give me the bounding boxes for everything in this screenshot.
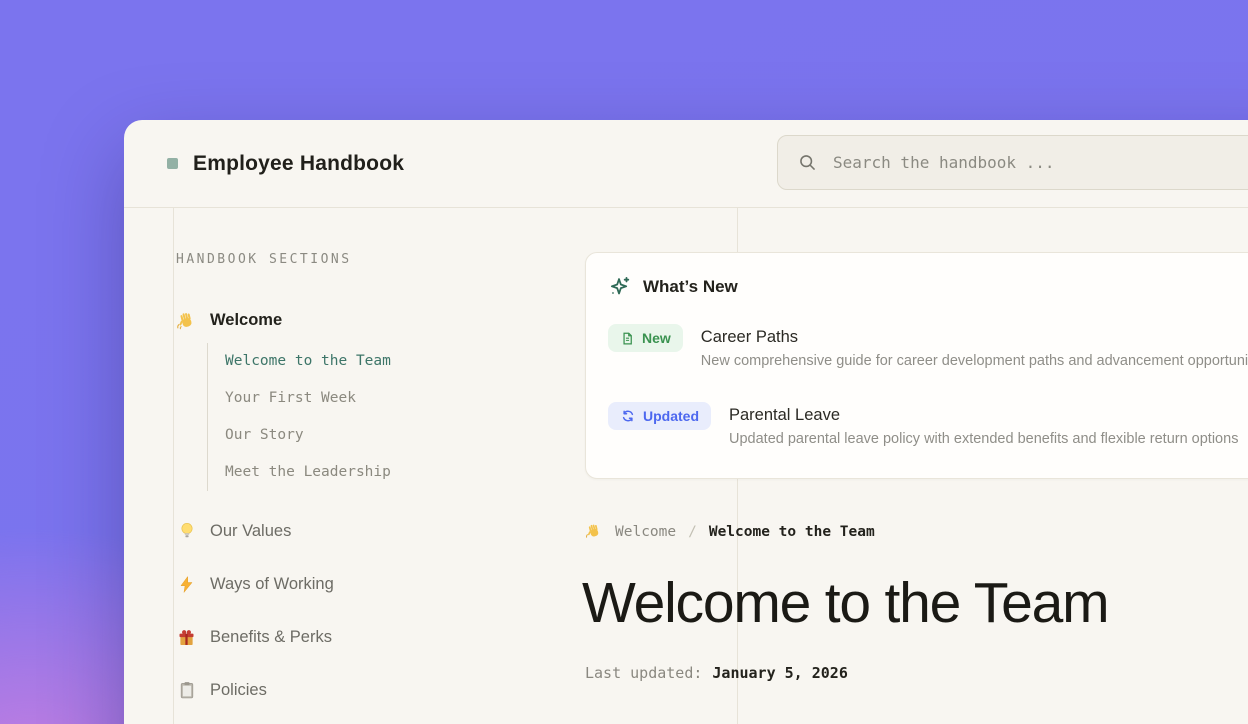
app-logo — [167, 158, 178, 169]
news-item-text: Parental Leave Updated parental leave po… — [729, 402, 1238, 450]
news-item-description: Updated parental leave policy with exten… — [729, 429, 1238, 450]
main-content: What’s New New Career Paths New com — [585, 252, 1248, 479]
clipboard-icon — [176, 680, 197, 701]
sidebar-item-label: Ways of Working — [210, 575, 334, 594]
whats-new-header: What’s New — [608, 275, 1248, 298]
whats-new-item-career-paths[interactable]: New Career Paths New comprehensive guide… — [608, 324, 1248, 372]
sidebar-item-welcome[interactable]: Welcome — [176, 307, 556, 333]
sidebar-item-benefits-perks[interactable]: Benefits & Perks — [176, 624, 556, 650]
breadcrumb-separator: / — [688, 524, 697, 540]
sidebar-section-label: HANDBOOK SECTIONS — [176, 251, 556, 269]
page-title: Welcome to the Team — [582, 572, 1108, 636]
sidebar-item-label: Welcome — [210, 311, 282, 330]
search-input[interactable] — [833, 153, 1248, 172]
last-updated-value: January 5, 2026 — [712, 664, 847, 682]
gift-icon — [176, 627, 197, 648]
sidebar-item-label: Our Values — [210, 522, 291, 541]
sidebar-item-ways-of-working[interactable]: Ways of Working — [176, 571, 556, 597]
lightning-icon — [176, 574, 197, 595]
lightbulb-icon — [176, 521, 197, 542]
whats-new-card: What’s New New Career Paths New com — [585, 252, 1248, 479]
breadcrumb-section[interactable]: Welcome — [615, 524, 676, 540]
refresh-icon — [620, 408, 636, 424]
whats-new-title: What’s New — [643, 277, 738, 297]
sidebar-item-label: Policies — [210, 681, 267, 700]
new-badge-label: New — [642, 330, 671, 346]
app-title: Employee Handbook — [193, 152, 404, 176]
news-item-title: Career Paths — [701, 327, 1248, 347]
sparkle-icon — [608, 275, 631, 298]
breadcrumb: Welcome / Welcome to the Team — [585, 524, 875, 540]
sidebar-subitem-your-first-week[interactable]: Your First Week — [225, 380, 556, 417]
sidebar-subitem-our-story[interactable]: Our Story — [225, 417, 556, 454]
magnifier-icon — [797, 152, 818, 173]
sidebar-sublist-welcome: Welcome to the Team Your First Week Our … — [207, 343, 556, 491]
updated-badge: Updated — [608, 402, 711, 430]
app-window: Employee Handbook HANDBOOK SECTIONS — [124, 120, 1248, 724]
sidebar-item-our-values[interactable]: Our Values — [176, 518, 556, 544]
vertical-rule-left — [173, 208, 174, 724]
sidebar-subitem-meet-the-leadership[interactable]: Meet the Leadership — [225, 454, 556, 491]
new-badge: New — [608, 324, 683, 352]
waving-hand-icon — [176, 310, 197, 331]
sidebar-subitem-welcome-to-the-team[interactable]: Welcome to the Team — [225, 343, 556, 380]
news-item-title: Parental Leave — [729, 405, 1238, 425]
breadcrumb-current-page: Welcome to the Team — [709, 524, 875, 540]
waving-hand-icon — [585, 522, 603, 540]
search-box[interactable] — [777, 135, 1248, 190]
news-item-text: Career Paths New comprehensive guide for… — [701, 324, 1248, 372]
whats-new-item-parental-leave[interactable]: Updated Parental Leave Updated parental … — [608, 402, 1248, 450]
sidebar-item-label: Benefits & Perks — [210, 628, 332, 647]
sidebar-item-policies[interactable]: Policies — [176, 677, 556, 703]
app-header: Employee Handbook — [124, 120, 1248, 208]
page-meta: Last updated: January 5, 2026 — [585, 664, 848, 682]
news-item-description: New comprehensive guide for career devel… — [701, 351, 1248, 372]
last-updated-label: Last updated: — [585, 664, 702, 682]
document-icon — [620, 331, 635, 346]
updated-badge-label: Updated — [643, 408, 699, 424]
sidebar: HANDBOOK SECTIONS Welcome — [176, 251, 556, 703]
